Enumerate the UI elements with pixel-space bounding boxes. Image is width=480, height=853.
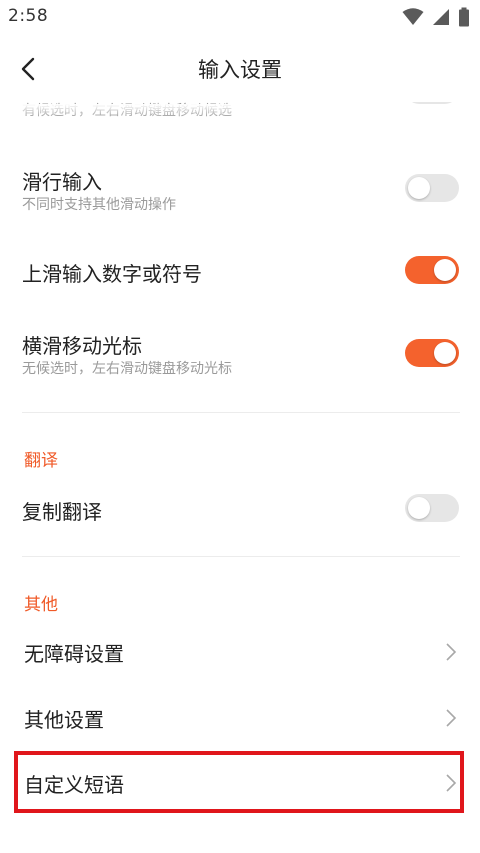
section-label-other: 其他 xyxy=(24,595,58,615)
cell-signal-icon xyxy=(433,9,449,25)
accessibility-settings-title: 无障碍设置 xyxy=(24,642,124,666)
header-bar: 输入设置 xyxy=(0,34,480,102)
copy-translate-title: 复制翻译 xyxy=(22,500,102,524)
slide-input-title: 滑行输入 xyxy=(22,170,102,194)
toggle-knob xyxy=(408,497,430,519)
status-bar: 2:58 xyxy=(0,0,480,34)
highlight-box xyxy=(14,751,464,813)
toggle-knob xyxy=(434,342,456,364)
page-title: 输入设置 xyxy=(198,58,282,82)
toggle-knob xyxy=(434,259,456,281)
swipe-up-numbers-row[interactable]: 上滑输入数字或符号 xyxy=(0,240,480,302)
swipe-up-numbers-toggle[interactable] xyxy=(405,256,459,284)
swipe-cursor-row[interactable]: 横滑移动光标 无候选时，左右滑动键盘移动光标 xyxy=(0,312,480,398)
scroll-fade xyxy=(0,104,480,118)
swipe-up-numbers-title: 上滑输入数字或符号 xyxy=(22,262,202,286)
status-icons xyxy=(402,7,470,27)
battery-icon xyxy=(459,7,469,27)
chevron-right-icon xyxy=(446,709,457,727)
wifi-icon xyxy=(402,8,424,25)
settings-list: 有候选时，左右滑动键盘移动候选 滑行输入 不同时支持其他滑动操作 上滑输入数字或… xyxy=(0,0,480,853)
slide-input-row[interactable]: 滑行输入 不同时支持其他滑动操作 xyxy=(0,150,480,230)
chevron-right-icon xyxy=(446,643,457,661)
status-time: 2:58 xyxy=(8,6,49,26)
screen: 有候选时，左右滑动键盘移动候选 滑行输入 不同时支持其他滑动操作 上滑输入数字或… xyxy=(0,0,480,853)
slide-input-subtitle: 不同时支持其他滑动操作 xyxy=(22,197,176,213)
section-divider xyxy=(22,556,460,557)
copy-translate-toggle[interactable] xyxy=(405,494,459,522)
swipe-cursor-subtitle: 无候选时，左右滑动键盘移动光标 xyxy=(22,361,232,377)
copy-translate-row[interactable]: 复制翻译 xyxy=(0,478,480,538)
other-settings-row[interactable]: 其他设置 xyxy=(0,688,480,746)
section-label-translate: 翻译 xyxy=(24,451,58,471)
swipe-cursor-toggle[interactable] xyxy=(405,339,459,367)
toggle-knob xyxy=(408,177,430,199)
swipe-cursor-title: 横滑移动光标 xyxy=(22,334,142,358)
accessibility-settings-row[interactable]: 无障碍设置 xyxy=(0,622,480,680)
other-settings-title: 其他设置 xyxy=(24,708,104,732)
slide-input-toggle[interactable] xyxy=(405,174,459,202)
section-divider xyxy=(22,412,460,413)
